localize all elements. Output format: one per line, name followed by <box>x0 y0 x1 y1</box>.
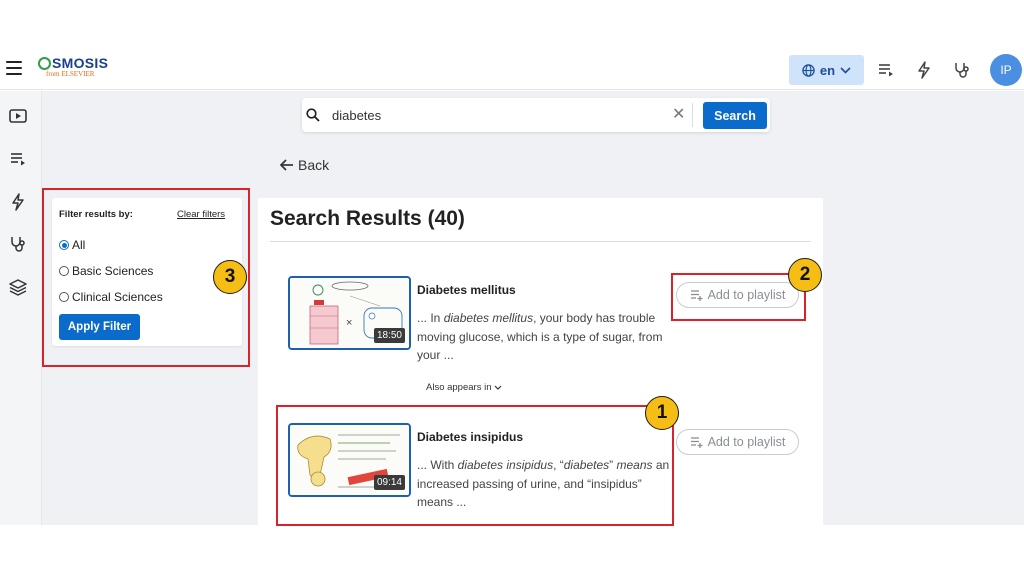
video-duration: 18:50 <box>373 328 405 343</box>
flash-icon[interactable] <box>914 60 934 80</box>
annotation-badge-2: 2 <box>788 258 822 292</box>
osmosis-logo[interactable]: SMOSIS from ELSEVIER <box>38 55 108 78</box>
logo-o-mark <box>38 57 51 70</box>
results-heading: Search Results (40) <box>270 207 465 230</box>
snippet-highlight: diabetes mellitus <box>443 311 534 325</box>
playlist-add-icon <box>690 437 703 448</box>
top-header: SMOSIS from ELSEVIER en IP <box>0 50 1024 90</box>
annotation-badge-1: 1 <box>645 396 679 430</box>
arrow-left-icon <box>279 159 293 171</box>
logo-subtitle: from ELSEVIER <box>46 70 95 78</box>
playlist-icon[interactable] <box>8 149 28 169</box>
add-to-playlist-button[interactable]: Add to playlist <box>676 429 799 455</box>
result-title[interactable]: Diabetes mellitus <box>417 283 516 297</box>
logo-text: SMOSIS <box>52 55 109 71</box>
language-selector[interactable]: en <box>789 55 864 85</box>
also-appears-in-toggle[interactable]: Also appears in <box>426 382 502 393</box>
osmosis-app: SMOSIS from ELSEVIER en IP diabetes ✕ Se… <box>0 0 1024 576</box>
language-label: en <box>819 62 836 78</box>
result-snippet: ... In diabetes mellitus, your body has … <box>417 309 672 365</box>
annotation-badge-3: 3 <box>213 260 247 294</box>
snippet-text: ... In <box>417 311 444 325</box>
results-divider <box>270 241 811 242</box>
chevron-down-icon <box>840 66 851 74</box>
search-input[interactable] <box>332 106 652 124</box>
stethoscope-icon[interactable] <box>952 60 972 80</box>
user-avatar[interactable]: IP <box>990 54 1022 86</box>
search-button[interactable]: Search <box>703 102 767 129</box>
search-icon <box>306 108 320 122</box>
layers-icon[interactable] <box>8 277 28 297</box>
back-label: Back <box>298 157 330 173</box>
also-appears-in-label: Also appears in <box>426 382 492 393</box>
playlist-icon[interactable] <box>876 60 896 80</box>
flash-icon[interactable] <box>8 192 28 212</box>
stethoscope-icon[interactable] <box>8 234 28 254</box>
search-divider <box>692 103 693 127</box>
back-link[interactable]: Back <box>279 157 329 173</box>
video-thumbnail-diabetes-mellitus[interactable]: × 18:50 <box>288 276 411 350</box>
svg-text:×: × <box>346 317 352 329</box>
annotation-box-2 <box>671 273 806 321</box>
globe-icon <box>802 63 815 77</box>
chevron-down-icon <box>494 385 502 390</box>
menu-icon[interactable] <box>6 61 22 75</box>
clear-search-icon[interactable]: ✕ <box>672 107 685 123</box>
annotation-box-1 <box>276 405 674 526</box>
left-sidebar <box>0 91 42 525</box>
video-icon[interactable] <box>8 106 28 126</box>
playlist-label: Add to playlist <box>707 435 786 449</box>
page-bottom-area <box>0 525 1024 576</box>
